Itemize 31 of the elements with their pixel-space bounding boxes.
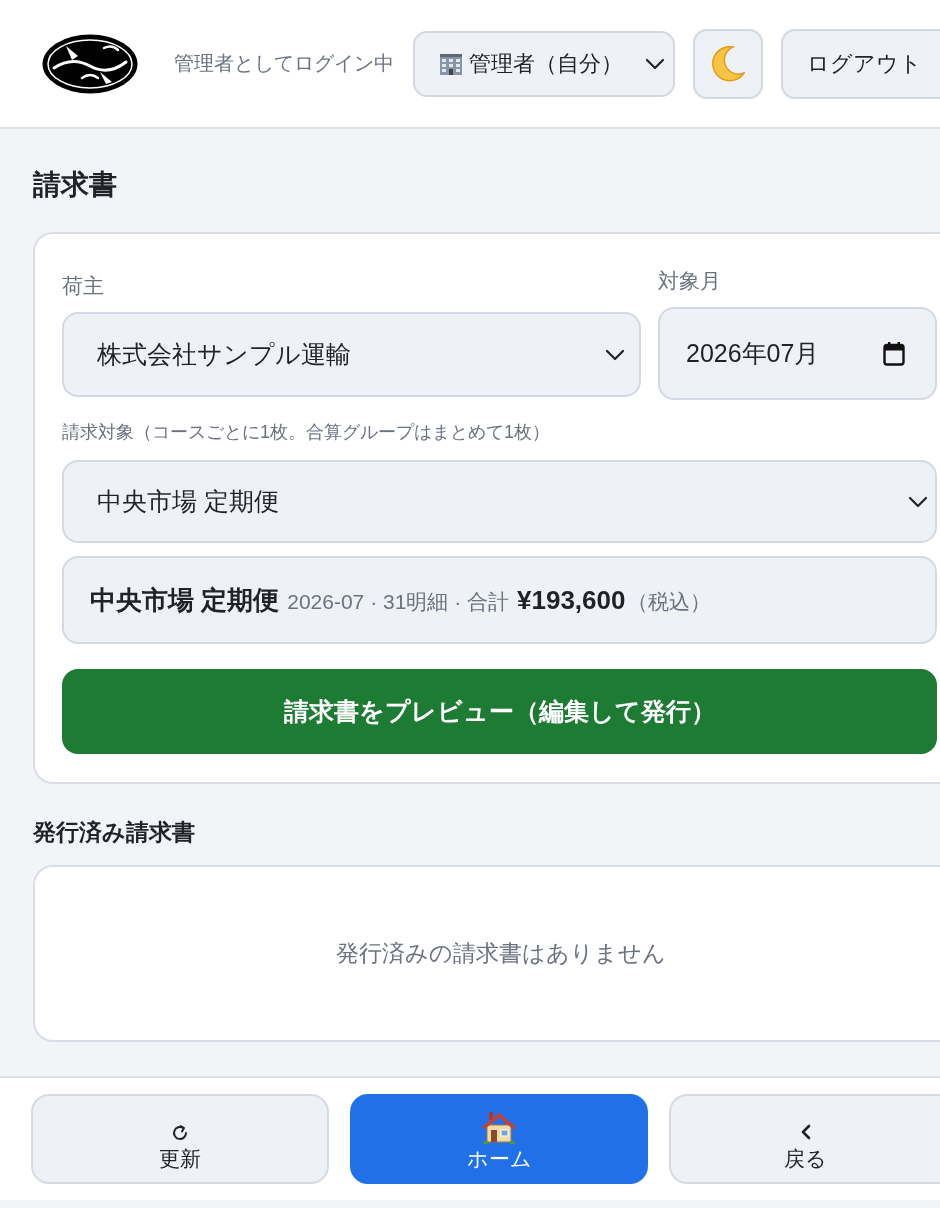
summary-title: 中央市場 定期便 — [90, 583, 280, 617]
shipper-select[interactable]: 株式会社サンプル運輸 — [62, 312, 641, 397]
chevron-down-icon — [645, 57, 665, 70]
moon-icon — [711, 45, 745, 82]
building-icon — [439, 51, 463, 76]
field-label: 対象月 — [658, 268, 722, 294]
refresh-icon — [171, 1124, 189, 1142]
field-label: 荷主 — [62, 273, 105, 299]
summary-total: ¥193,600 — [517, 584, 626, 616]
tax-note: （税込） — [627, 588, 712, 615]
nav-button[interactable]: 戻る — [669, 1094, 940, 1184]
chevron-down-icon — [605, 348, 625, 361]
calendar-icon — [883, 341, 905, 366]
house-icon — [481, 1110, 517, 1144]
page-title: 請求書 — [33, 168, 118, 202]
target-select[interactable]: 中央市場 定期便 — [62, 460, 937, 543]
chevron-down-icon — [908, 495, 928, 508]
summary-detail: 2026-07 · 31明細 · 合計 — [287, 588, 509, 615]
chevron-left-icon — [800, 1124, 811, 1140]
field-label: 請求対象（コースごとに1枚。合算グループはまとめて1枚） — [62, 421, 552, 444]
section-title: 発行済み請求書 — [33, 818, 196, 847]
theme-toggle-button[interactable] — [693, 28, 763, 99]
logout-button[interactable]: ログアウト — [781, 28, 940, 99]
month-field[interactable]: 2026年07月 — [658, 307, 937, 400]
empty-message: 発行済みの請求書はありません — [335, 939, 666, 968]
preview-button[interactable]: 請求書をプレビュー（編集して発行） — [62, 669, 937, 754]
nav-button[interactable]: ホーム — [350, 1094, 648, 1184]
logo-icon — [42, 33, 138, 94]
login-status-text: 管理者としてログイン中 — [174, 51, 394, 76]
role-select[interactable]: 管理者（自分） — [413, 30, 675, 97]
nav-button[interactable]: 更新 — [31, 1094, 329, 1184]
